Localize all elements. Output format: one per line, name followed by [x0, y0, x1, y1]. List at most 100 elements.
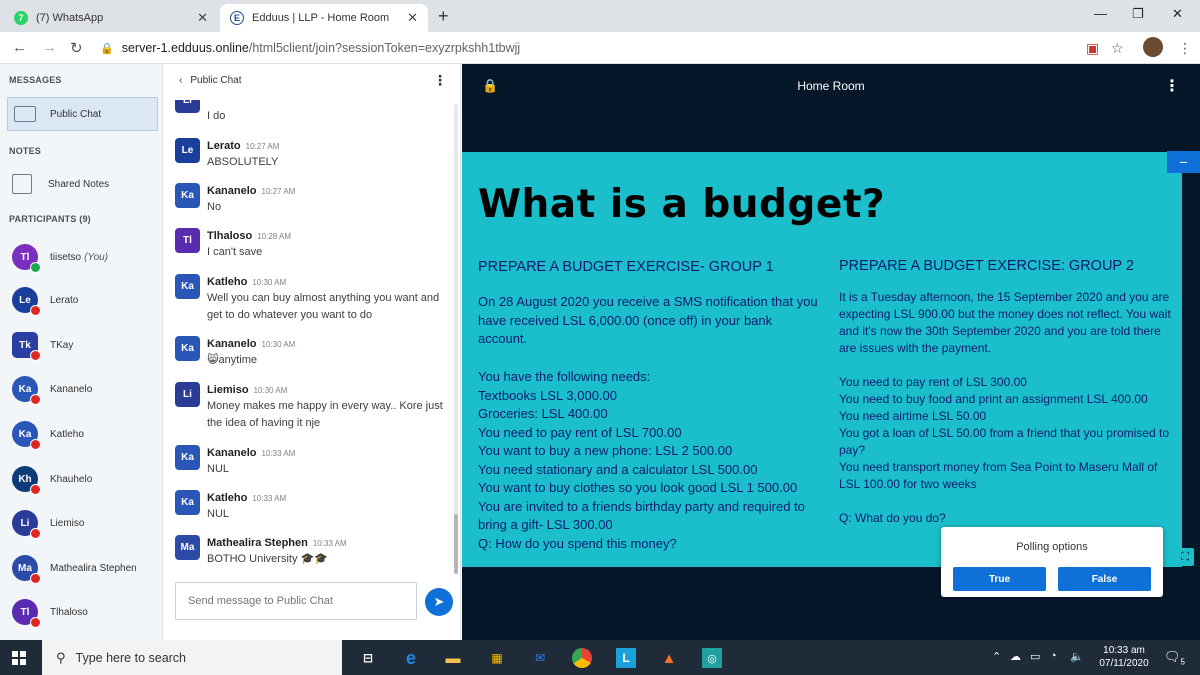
message-text: I do: [207, 110, 226, 122]
group1-need-item: You need stationary and a calculator LSL…: [478, 461, 758, 477]
clock-time: 10:33 am: [1103, 645, 1145, 656]
taskbar-search-box[interactable]: ⚲ Type here to search: [42, 640, 342, 675]
message-time: 10:33 AM: [312, 539, 347, 548]
profile-avatar[interactable]: [1143, 37, 1163, 57]
avatar: Tk: [12, 332, 41, 361]
participant-item[interactable]: Ka Katleho: [12, 421, 84, 450]
minimize-window-button[interactable]: —: [1094, 6, 1107, 21]
avatar: Ka: [175, 274, 200, 299]
participant-item[interactable]: Tl Tlhaloso: [12, 599, 88, 628]
url-field[interactable]: 🔒 server-1.edduus.online/html5client/joi…: [100, 36, 1110, 60]
group1-need-item: You want to buy clothes so you look good…: [478, 480, 798, 495]
vlc-icon[interactable]: ▲: [659, 648, 679, 668]
chrome-icon[interactable]: [572, 648, 592, 668]
poll-true-button[interactable]: True: [953, 567, 1046, 591]
tab-title: Edduus | LLP - Home Room: [252, 12, 390, 24]
notes-section-title: NOTES: [9, 146, 42, 156]
chat-options-icon[interactable]: ⋮: [433, 72, 447, 89]
url-host: server-1.edduus.online: [121, 41, 249, 55]
new-tab-button[interactable]: +: [438, 6, 449, 27]
message-text: NUL: [207, 463, 230, 475]
app-icon[interactable]: ◎: [702, 648, 722, 668]
bookmark-star-icon[interactable]: ☆: [1111, 40, 1124, 57]
avatar: Tl: [12, 599, 41, 628]
tab-edduus[interactable]: E Edduus | LLP - Home Room ✕: [220, 4, 428, 32]
chat-header: ‹ Public Chat ⋮: [163, 64, 461, 96]
volume-icon[interactable]: 🔈: [1070, 650, 1084, 663]
participant-item[interactable]: Li Liemiso: [12, 510, 84, 539]
wifi-icon[interactable]: ◔: [1050, 650, 1057, 662]
status-indicator: [30, 484, 41, 495]
participant-name: Lerato: [50, 294, 79, 306]
taskbar-clock[interactable]: 10:33 am 07/11/2020: [1092, 644, 1156, 670]
mail-icon[interactable]: ✉: [530, 648, 550, 668]
status-indicator: [30, 528, 41, 539]
participant-item[interactable]: Kh Khauhelo: [12, 466, 92, 495]
tray-overflow-icon[interactable]: ⌃: [992, 650, 1001, 663]
close-icon[interactable]: ✕: [197, 10, 208, 26]
battery-icon[interactable]: ▭: [1030, 650, 1040, 663]
sender-name: Lerato: [207, 140, 241, 152]
poll-false-button[interactable]: False: [1058, 567, 1151, 591]
edge-icon[interactable]: e: [401, 648, 421, 668]
options-icon[interactable]: ⋮: [1164, 76, 1180, 96]
message-time: 10:30 AM: [261, 340, 296, 349]
windows-start-icon[interactable]: [12, 651, 26, 665]
group1-need-item: You need to pay rent of LSL 700.00: [478, 424, 682, 440]
group1-need-item: You are invited to a friends birthday pa…: [478, 498, 805, 533]
chat-scrollbar-thumb[interactable]: [454, 514, 458, 574]
participant-name: Katleho: [50, 428, 84, 440]
notification-center-icon[interactable]: 🗨5: [1164, 649, 1185, 667]
restore-window-button[interactable]: ❐: [1132, 6, 1144, 22]
forward-icon[interactable]: →: [42, 39, 57, 56]
message-text: NUL: [207, 508, 230, 520]
back-chevron-icon[interactable]: ‹: [179, 75, 182, 86]
store-icon[interactable]: ▦: [487, 648, 507, 668]
participant-item[interactable]: Le Lerato: [12, 287, 79, 316]
fullscreen-icon[interactable]: ⛶: [1176, 548, 1194, 566]
avatar: Ka: [175, 183, 200, 208]
chat-scrollbar-track[interactable]: [454, 104, 458, 574]
status-indicator: [30, 439, 41, 450]
room-title: Home Room: [797, 79, 865, 93]
reload-icon[interactable]: ↻: [70, 39, 83, 57]
windows-taskbar: ⚲ Type here to search ⊟ e ▬ ▦ ✉ L ▲ ◎ ⌃ …: [0, 640, 1200, 675]
avatar: Ma: [175, 535, 200, 560]
task-view-icon[interactable]: ⊟: [358, 648, 378, 668]
close-window-button[interactable]: ✕: [1172, 6, 1183, 22]
onedrive-icon[interactable]: ☁: [1010, 650, 1021, 663]
tab-title: (7) WhatsApp: [36, 12, 104, 24]
extension-icon[interactable]: ▣: [1086, 40, 1099, 57]
participant-name: Tlhaloso: [50, 606, 88, 618]
notes-icon: [12, 174, 32, 194]
clock-date: 07/11/2020: [1099, 658, 1149, 669]
participant-name: Kananelo: [50, 383, 93, 395]
message-text: Money makes me happy in every way.. Kore…: [207, 400, 443, 429]
public-chat-item[interactable]: Public Chat: [7, 97, 158, 131]
status-indicator: [30, 305, 41, 316]
group2-need-item: You need airtime LSL 50.00: [839, 409, 987, 423]
participant-item[interactable]: Tl tiisetso (You): [12, 244, 109, 273]
browser-menu-icon[interactable]: ⋮: [1178, 40, 1192, 57]
minimize-presentation-button[interactable]: −: [1167, 151, 1200, 173]
participant-item[interactable]: Tk TKay: [12, 332, 73, 361]
url-path: /html5client/join?sessionToken=exyzrpksh…: [248, 41, 521, 55]
status-indicator: [30, 573, 41, 584]
file-explorer-icon[interactable]: ▬: [443, 648, 463, 668]
participant-item[interactable]: Ka Kananelo: [12, 376, 93, 405]
participant-item[interactable]: Ma Mathealira Stephen: [12, 555, 137, 584]
send-message-button[interactable]: ➤: [425, 588, 453, 616]
close-icon[interactable]: ✕: [407, 10, 418, 26]
back-icon[interactable]: ←: [12, 39, 27, 56]
status-indicator: [30, 394, 41, 405]
message-time: 10:33 AM: [252, 494, 287, 503]
shared-notes-item[interactable]: Shared Notes: [12, 174, 109, 194]
tab-whatsapp[interactable]: 7 (7) WhatsApp ✕: [4, 4, 218, 32]
polling-title: Polling options: [1016, 541, 1088, 553]
app-l-icon[interactable]: L: [616, 648, 636, 668]
lock-icon[interactable]: 🔒: [482, 78, 498, 94]
participant-name: Mathealira Stephen: [50, 562, 137, 574]
chat-message-input[interactable]: [175, 582, 417, 620]
avatar: Kh: [12, 466, 41, 495]
you-label: (You): [84, 251, 109, 263]
